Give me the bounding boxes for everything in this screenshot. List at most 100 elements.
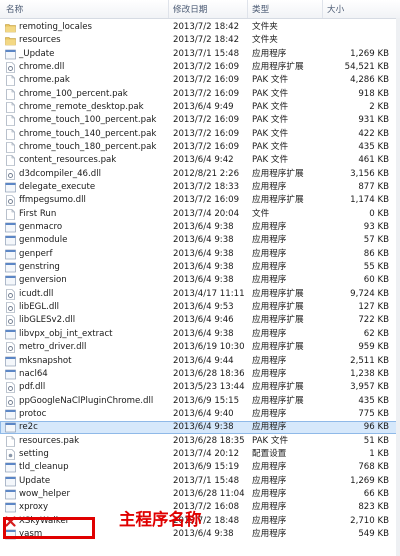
file-size: 86 KB <box>363 248 389 259</box>
column-header-name[interactable]: 名称 <box>6 3 23 15</box>
file-date: 2013/7/2 18:42 <box>173 22 240 32</box>
file-name: re2c <box>19 422 38 433</box>
file-size: 918 KB <box>358 88 389 99</box>
file-date: 2013/6/4 9:46 <box>173 315 234 326</box>
file-row[interactable]: libvpx_obj_int_extract 2013/6/4 9:38 应用程序 6… <box>0 328 400 341</box>
app-icon <box>5 356 16 367</box>
file-date: 2013/6/4 9:38 <box>173 222 234 233</box>
file-row[interactable]: pdf.dll 2013/5/23 13:44 应用程序扩展 3,957 KB <box>0 381 400 394</box>
file-type: PAK 文件 <box>252 102 289 113</box>
file-icon <box>5 435 16 447</box>
file-size: 1,269 KB <box>350 48 389 59</box>
file-type: 应用程序 <box>252 515 287 526</box>
file-size: 1,174 KB <box>350 195 389 206</box>
file-row[interactable]: setting 2013/7/4 20:12 配置设置 1 KB <box>0 448 400 461</box>
file-row[interactable]: icudt.dll 2013/4/17 11:11 应用程序扩展 9,724 KB <box>0 288 400 301</box>
file-row[interactable]: ppGoogleNaClPluginChrome.dll 2013/6/9 15:… <box>0 395 400 408</box>
file-date: 2013/4/17 11:11 <box>173 288 245 299</box>
file-size: 0 KB <box>369 208 389 219</box>
column-header-bar: 名称 修改日期 类型 大小 <box>0 0 400 19</box>
file-row[interactable]: chrome_remote_desktop.pak 2013/6/4 9:49 PA… <box>0 101 400 114</box>
file-row[interactable]: resources.pak 2013/6/28 18:35 PAK 文件 51 KB <box>0 435 400 448</box>
file-name: genperf <box>19 248 53 259</box>
file-type: PAK 文件 <box>252 88 289 99</box>
file-type: PAK 文件 <box>252 75 289 86</box>
file-row[interactable]: d3dcompiler_46.dll 2012/8/21 2:26 应用程序扩展 3,… <box>0 168 400 181</box>
file-row[interactable]: re2c 2013/6/4 9:38 应用程序 96 KB <box>0 421 400 435</box>
file-type: PAK 文件 <box>252 155 289 166</box>
app-icon <box>5 476 16 487</box>
file-size: 722 KB <box>358 315 389 326</box>
app-icon <box>5 489 16 500</box>
file-row[interactable]: content_resources.pak 2013/6/4 9:42 PAK 文件… <box>0 154 400 167</box>
file-row[interactable]: tld_cleanup 2013/6/9 15:19 应用程序 768 KB <box>0 461 400 474</box>
annotation-label: 主程序名称 <box>119 510 202 529</box>
file-type: 配置设置 <box>252 448 287 459</box>
file-row[interactable]: chrome_touch_100_percent.pak 2013/7/2 16:… <box>0 114 400 127</box>
file-row[interactable]: ffmpegsumo.dll 2013/7/2 16:09 应用程序扩展 1,174 … <box>0 194 400 207</box>
file-date: 2013/6/9 15:19 <box>173 462 240 473</box>
file-type: 应用程序 <box>252 502 287 513</box>
file-row[interactable]: Update 2013/7/1 15:48 应用程序 1,269 KB <box>0 475 400 488</box>
file-row[interactable]: protoc 2013/6/4 9:40 应用程序 775 KB <box>0 408 400 421</box>
app-icon <box>5 182 16 193</box>
column-divider[interactable] <box>322 0 323 18</box>
file-name: chrome_remote_desktop.pak <box>19 102 144 113</box>
scrollbar[interactable] <box>396 18 400 556</box>
file-row[interactable]: delegate_execute 2013/7/2 18:33 应用程序 877 KB <box>0 181 400 194</box>
file-name: chrome_touch_100_percent.pak <box>19 115 157 126</box>
file-row[interactable]: remoting_locales 2013/7/2 18:42 文件夹 <box>0 21 400 34</box>
column-divider[interactable] <box>247 0 248 18</box>
file-row[interactable]: nacl64 2013/6/28 18:36 应用程序 1,238 KB <box>0 368 400 381</box>
file-row[interactable]: chrome_touch_140_percent.pak 2013/7/2 16:… <box>0 128 400 141</box>
file-row[interactable]: libEGL.dll 2013/6/4 9:53 应用程序扩展 127 KB <box>0 301 400 314</box>
file-type: 应用程序 <box>252 368 287 379</box>
file-name: xproxy <box>19 502 49 513</box>
column-header-type[interactable]: 类型 <box>252 3 269 15</box>
file-row[interactable]: genstring 2013/6/4 9:38 应用程序 55 KB <box>0 261 400 274</box>
file-row[interactable]: First Run 2013/7/4 20:04 文件 0 KB <box>0 208 400 221</box>
file-row[interactable]: mksnapshot 2013/6/4 9:44 应用程序 2,511 KB <box>0 355 400 368</box>
settings-file-icon <box>5 449 16 460</box>
folder-icon <box>5 22 16 33</box>
file-row[interactable]: genperf 2013/6/4 9:38 应用程序 86 KB <box>0 248 400 261</box>
file-row[interactable]: _Update 2013/7/1 15:48 应用程序 1,269 KB <box>0 48 400 61</box>
app-icon <box>5 409 16 420</box>
file-date: 2013/7/2 18:42 <box>173 35 240 46</box>
file-name: chrome_100_percent.pak <box>19 88 128 99</box>
file-date: 2013/6/4 9:38 <box>173 422 234 433</box>
file-row[interactable]: libGLESv2.dll 2013/6/4 9:46 应用程序扩展 722 KB <box>0 314 400 327</box>
file-row[interactable]: resources 2013/7/2 18:42 文件夹 <box>0 34 400 47</box>
column-divider[interactable] <box>168 0 169 18</box>
file-date: 2013/6/4 9:38 <box>173 248 234 259</box>
file-date: 2013/6/9 15:15 <box>173 395 240 406</box>
file-date: 2013/6/4 9:44 <box>173 355 234 366</box>
file-row[interactable]: metro_driver.dll 2013/6/19 10:30 应用程序扩展 959… <box>0 341 400 354</box>
annotation-highlight-box <box>3 517 95 539</box>
column-header-date[interactable]: 修改日期 <box>173 3 207 15</box>
file-row[interactable]: genversion 2013/6/4 9:38 应用程序 60 KB <box>0 274 400 287</box>
file-name: tld_cleanup <box>19 462 69 473</box>
file-size: 62 KB <box>363 328 389 339</box>
file-date: 2013/7/2 18:33 <box>173 182 240 193</box>
file-row[interactable]: chrome_touch_180_percent.pak 2013/7/2 16:… <box>0 141 400 154</box>
file-row[interactable]: wow_helper 2013/6/28 11:04 应用程序 66 KB <box>0 488 400 501</box>
file-type: 应用程序 <box>252 182 287 193</box>
file-row[interactable]: genmodule 2013/6/4 9:38 应用程序 57 KB <box>0 234 400 247</box>
file-icon <box>5 128 16 140</box>
file-name: genmacro <box>19 222 63 233</box>
dll-icon <box>5 168 16 180</box>
file-name: chrome.pak <box>19 75 70 86</box>
file-size: 959 KB <box>358 342 389 353</box>
file-type: PAK 文件 <box>252 128 289 139</box>
file-row[interactable]: chrome_100_percent.pak 2013/7/2 16:09 PAK … <box>0 88 400 101</box>
app-icon <box>5 369 16 380</box>
column-header-size[interactable]: 大小 <box>327 3 344 15</box>
file-size: 54,521 KB <box>344 62 389 73</box>
file-row[interactable]: genmacro 2013/6/4 9:38 应用程序 93 KB <box>0 221 400 234</box>
file-name: delegate_execute <box>19 182 96 193</box>
file-icon <box>5 75 16 87</box>
file-type: 应用程序 <box>252 275 287 286</box>
file-row[interactable]: chrome.pak 2013/7/2 16:09 PAK 文件 4,286 KB <box>0 74 400 87</box>
file-row[interactable]: chrome.dll 2013/7/2 16:09 应用程序扩展 54,521 KB <box>0 61 400 74</box>
